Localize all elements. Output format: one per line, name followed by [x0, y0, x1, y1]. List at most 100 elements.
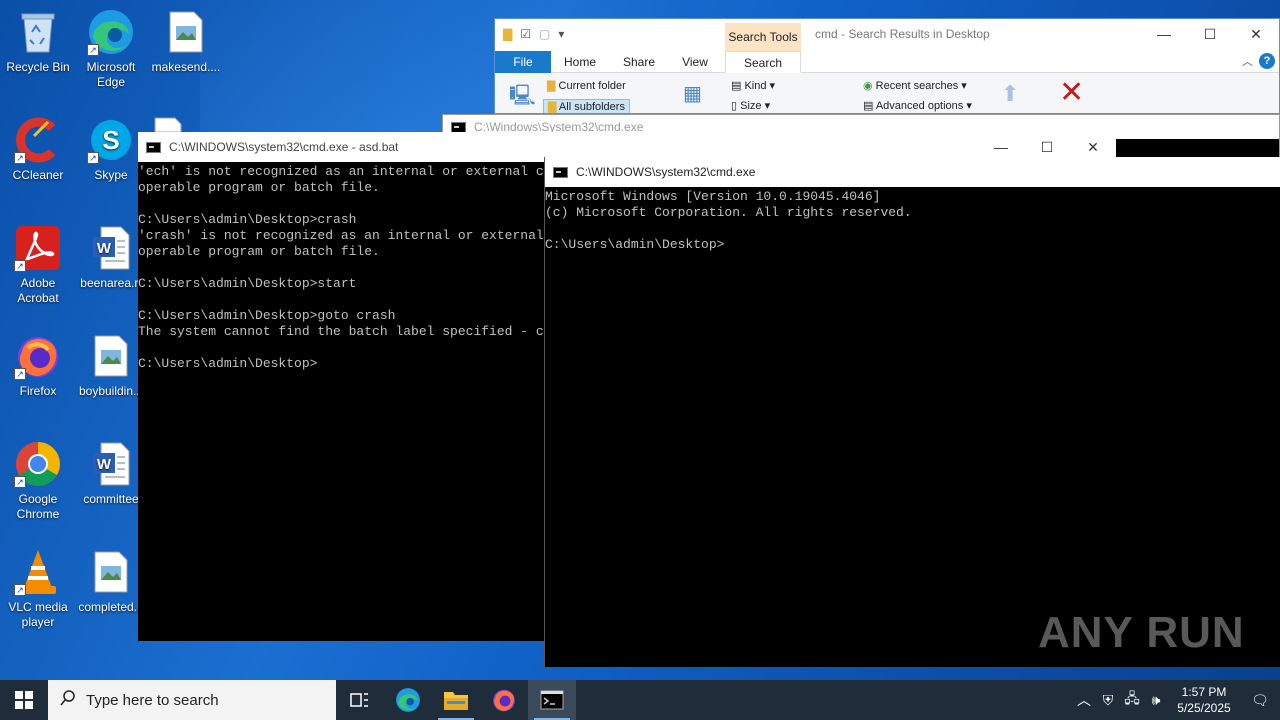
- desktop-icon-acrobat[interactable]: ↗ Adobe Acrobat: [0, 224, 76, 306]
- shortcut-arrow-icon: ↗: [14, 260, 26, 272]
- desktop-icon-chrome[interactable]: ↗ Google Chrome: [0, 440, 76, 522]
- shortcut-arrow-icon: ↗: [87, 152, 99, 164]
- quick-access-toolbar: ▇ ☑ ▢ ▾: [503, 27, 564, 41]
- open-file-location-icon[interactable]: ⬆: [1001, 81, 1019, 107]
- desktop-icon-label: Adobe Acrobat: [17, 276, 59, 305]
- tab-share[interactable]: Share: [613, 51, 665, 73]
- desktop-icon-recycle-bin[interactable]: Recycle Bin: [0, 8, 76, 75]
- new-folder-icon[interactable]: ▢: [539, 27, 550, 41]
- chevron-down-icon[interactable]: ▾: [558, 27, 564, 41]
- titlebar[interactable]: C:\WINDOWS\system32\cmd.exe: [545, 157, 1280, 187]
- explorer-window[interactable]: ▇ ☑ ▢ ▾ Search Tools cmd - Search Result…: [494, 18, 1280, 114]
- clock-time: 1:57 PM: [1181, 685, 1227, 699]
- svg-text:S: S: [102, 125, 119, 155]
- explorer-titlebar[interactable]: ▇ ☑ ▢ ▾ Search Tools cmd - Search Result…: [495, 19, 1279, 51]
- kind-label: Kind: [744, 80, 767, 92]
- vlc-icon: ↗: [14, 548, 62, 596]
- tab-home[interactable]: Home: [555, 51, 605, 73]
- volume-icon[interactable]: 🕪: [1144, 692, 1168, 709]
- desktop-icon-ccleaner[interactable]: ↗ CCleaner: [0, 116, 76, 183]
- folder-icon[interactable]: ▇: [503, 27, 512, 41]
- console-area: [1109, 139, 1279, 159]
- word-doc-icon: W: [87, 440, 135, 488]
- acrobat-icon: ↗: [14, 224, 62, 272]
- security-icon[interactable]: ⛨: [1096, 692, 1120, 709]
- cmd-window-active[interactable]: C:\WINDOWS\system32\cmd.exe Microsoft Wi…: [544, 157, 1280, 667]
- desktop-icon-label: Firefox: [19, 384, 57, 398]
- desktop-icon-label: CCleaner: [12, 168, 64, 182]
- ribbon-search: 🖳 ▇ Current folder ▇ All subfolders ▦ ▤ …: [495, 73, 1279, 113]
- taskbar-file-explorer[interactable]: [432, 680, 480, 720]
- folder-icon: ▇: [547, 80, 556, 92]
- window-title: C:\WINDOWS\system32\cmd.exe - asd.bat: [169, 140, 399, 154]
- desktop-icon-label: Google Chrome: [16, 492, 60, 521]
- history-icon: ◉: [863, 80, 873, 92]
- cmd-icon: [146, 141, 161, 153]
- size-dropdown[interactable]: ▯ Size ▾: [731, 99, 770, 112]
- desktop-icon-makesend[interactable]: makesend....: [148, 8, 224, 75]
- taskbar-search-box[interactable]: Type here to search: [48, 680, 336, 720]
- ccleaner-icon: ↗: [14, 116, 62, 164]
- cmd-icon: [553, 166, 568, 178]
- tab-view[interactable]: View: [671, 51, 719, 73]
- window-title: C:\WINDOWS\system32\cmd.exe: [576, 165, 756, 179]
- current-folder-option[interactable]: ▇ Current folder: [547, 79, 626, 92]
- current-folder-label: Current folder: [558, 80, 626, 92]
- ribbon-tabs: File Home Share View Search ︿: [495, 51, 1279, 73]
- desktop-icon-label: VLC media player: [8, 600, 68, 629]
- properties-icon[interactable]: ☑: [520, 27, 531, 41]
- network-icon[interactable]: 🖧: [1120, 688, 1144, 712]
- shortcut-arrow-icon: ↗: [14, 584, 26, 596]
- task-view-icon: [350, 693, 368, 707]
- tab-search[interactable]: Search: [725, 51, 801, 73]
- image-file-icon: [87, 332, 135, 380]
- close-button[interactable]: ✕: [1233, 19, 1279, 49]
- search-icon: [60, 690, 76, 710]
- calendar-icon[interactable]: ▦: [683, 81, 702, 106]
- collapse-ribbon-icon[interactable]: ︿: [1242, 53, 1253, 69]
- close-search-icon[interactable]: ✕: [1059, 75, 1084, 110]
- windows-logo-icon: [15, 691, 33, 709]
- window-title: cmd - Search Results in Desktop: [815, 27, 990, 41]
- maximize-button[interactable]: ☐: [1187, 19, 1233, 49]
- taskbar-cmd[interactable]: [528, 680, 576, 720]
- taskbar-firefox[interactable]: [480, 680, 528, 720]
- size-label: Size: [740, 100, 762, 112]
- console-output[interactable]: Microsoft Windows [Version 10.0.19045.40…: [545, 187, 1280, 667]
- word-doc-icon: W: [87, 224, 135, 272]
- desktop-icon-vlc[interactable]: ↗ VLC media player: [0, 548, 76, 630]
- advanced-options-label: Advanced options: [875, 100, 964, 112]
- desktop-icon-label: Microsoft Edge: [86, 60, 136, 89]
- all-subfolders-label: All subfolders: [558, 101, 625, 113]
- search-tools-context-tab: Search Tools: [725, 23, 801, 51]
- desktop-icon-label: Recycle Bin: [6, 60, 70, 74]
- search-placeholder: Type here to search: [86, 691, 219, 709]
- edge-icon: [396, 688, 420, 712]
- svg-text:W: W: [97, 240, 112, 257]
- cmd-icon: [451, 121, 466, 133]
- show-hidden-icons-chevron-up-icon[interactable]: ︿: [1072, 690, 1096, 710]
- image-file-icon: [87, 548, 135, 596]
- folder-icon: ▇: [548, 101, 557, 113]
- kind-dropdown[interactable]: ▤ Kind ▾: [731, 79, 775, 92]
- recent-searches-dropdown[interactable]: ◉ Recent searches ▾: [863, 79, 967, 92]
- shortcut-arrow-icon: ↗: [14, 152, 26, 164]
- taskbar: Type here to search ︿ ⛨ 🖧 🕪 1:57 PM 5/25…: [0, 680, 1280, 720]
- help-icon[interactable]: ?: [1259, 53, 1275, 69]
- skype-icon: S ↗: [87, 116, 135, 164]
- advanced-options-dropdown[interactable]: ▤ Advanced options ▾: [863, 99, 972, 112]
- notifications-icon[interactable]: 🗨: [1240, 692, 1280, 709]
- taskbar-edge[interactable]: [384, 680, 432, 720]
- shortcut-arrow-icon: ↗: [14, 368, 26, 380]
- all-subfolders-option[interactable]: ▇ All subfolders: [543, 99, 630, 113]
- start-button[interactable]: [0, 680, 48, 720]
- desktop-icon-edge[interactable]: ↗ Microsoft Edge: [73, 8, 149, 90]
- minimize-button[interactable]: —: [1141, 19, 1187, 49]
- desktop-icon-firefox[interactable]: ↗ Firefox: [0, 332, 76, 399]
- task-view-button[interactable]: [336, 680, 384, 720]
- shortcut-arrow-icon: ↗: [14, 476, 26, 488]
- tab-file[interactable]: File: [495, 51, 551, 73]
- clock[interactable]: 1:57 PM 5/25/2025: [1168, 684, 1240, 716]
- recycle-bin-icon: [14, 8, 62, 56]
- image-file-icon: [153, 116, 183, 132]
